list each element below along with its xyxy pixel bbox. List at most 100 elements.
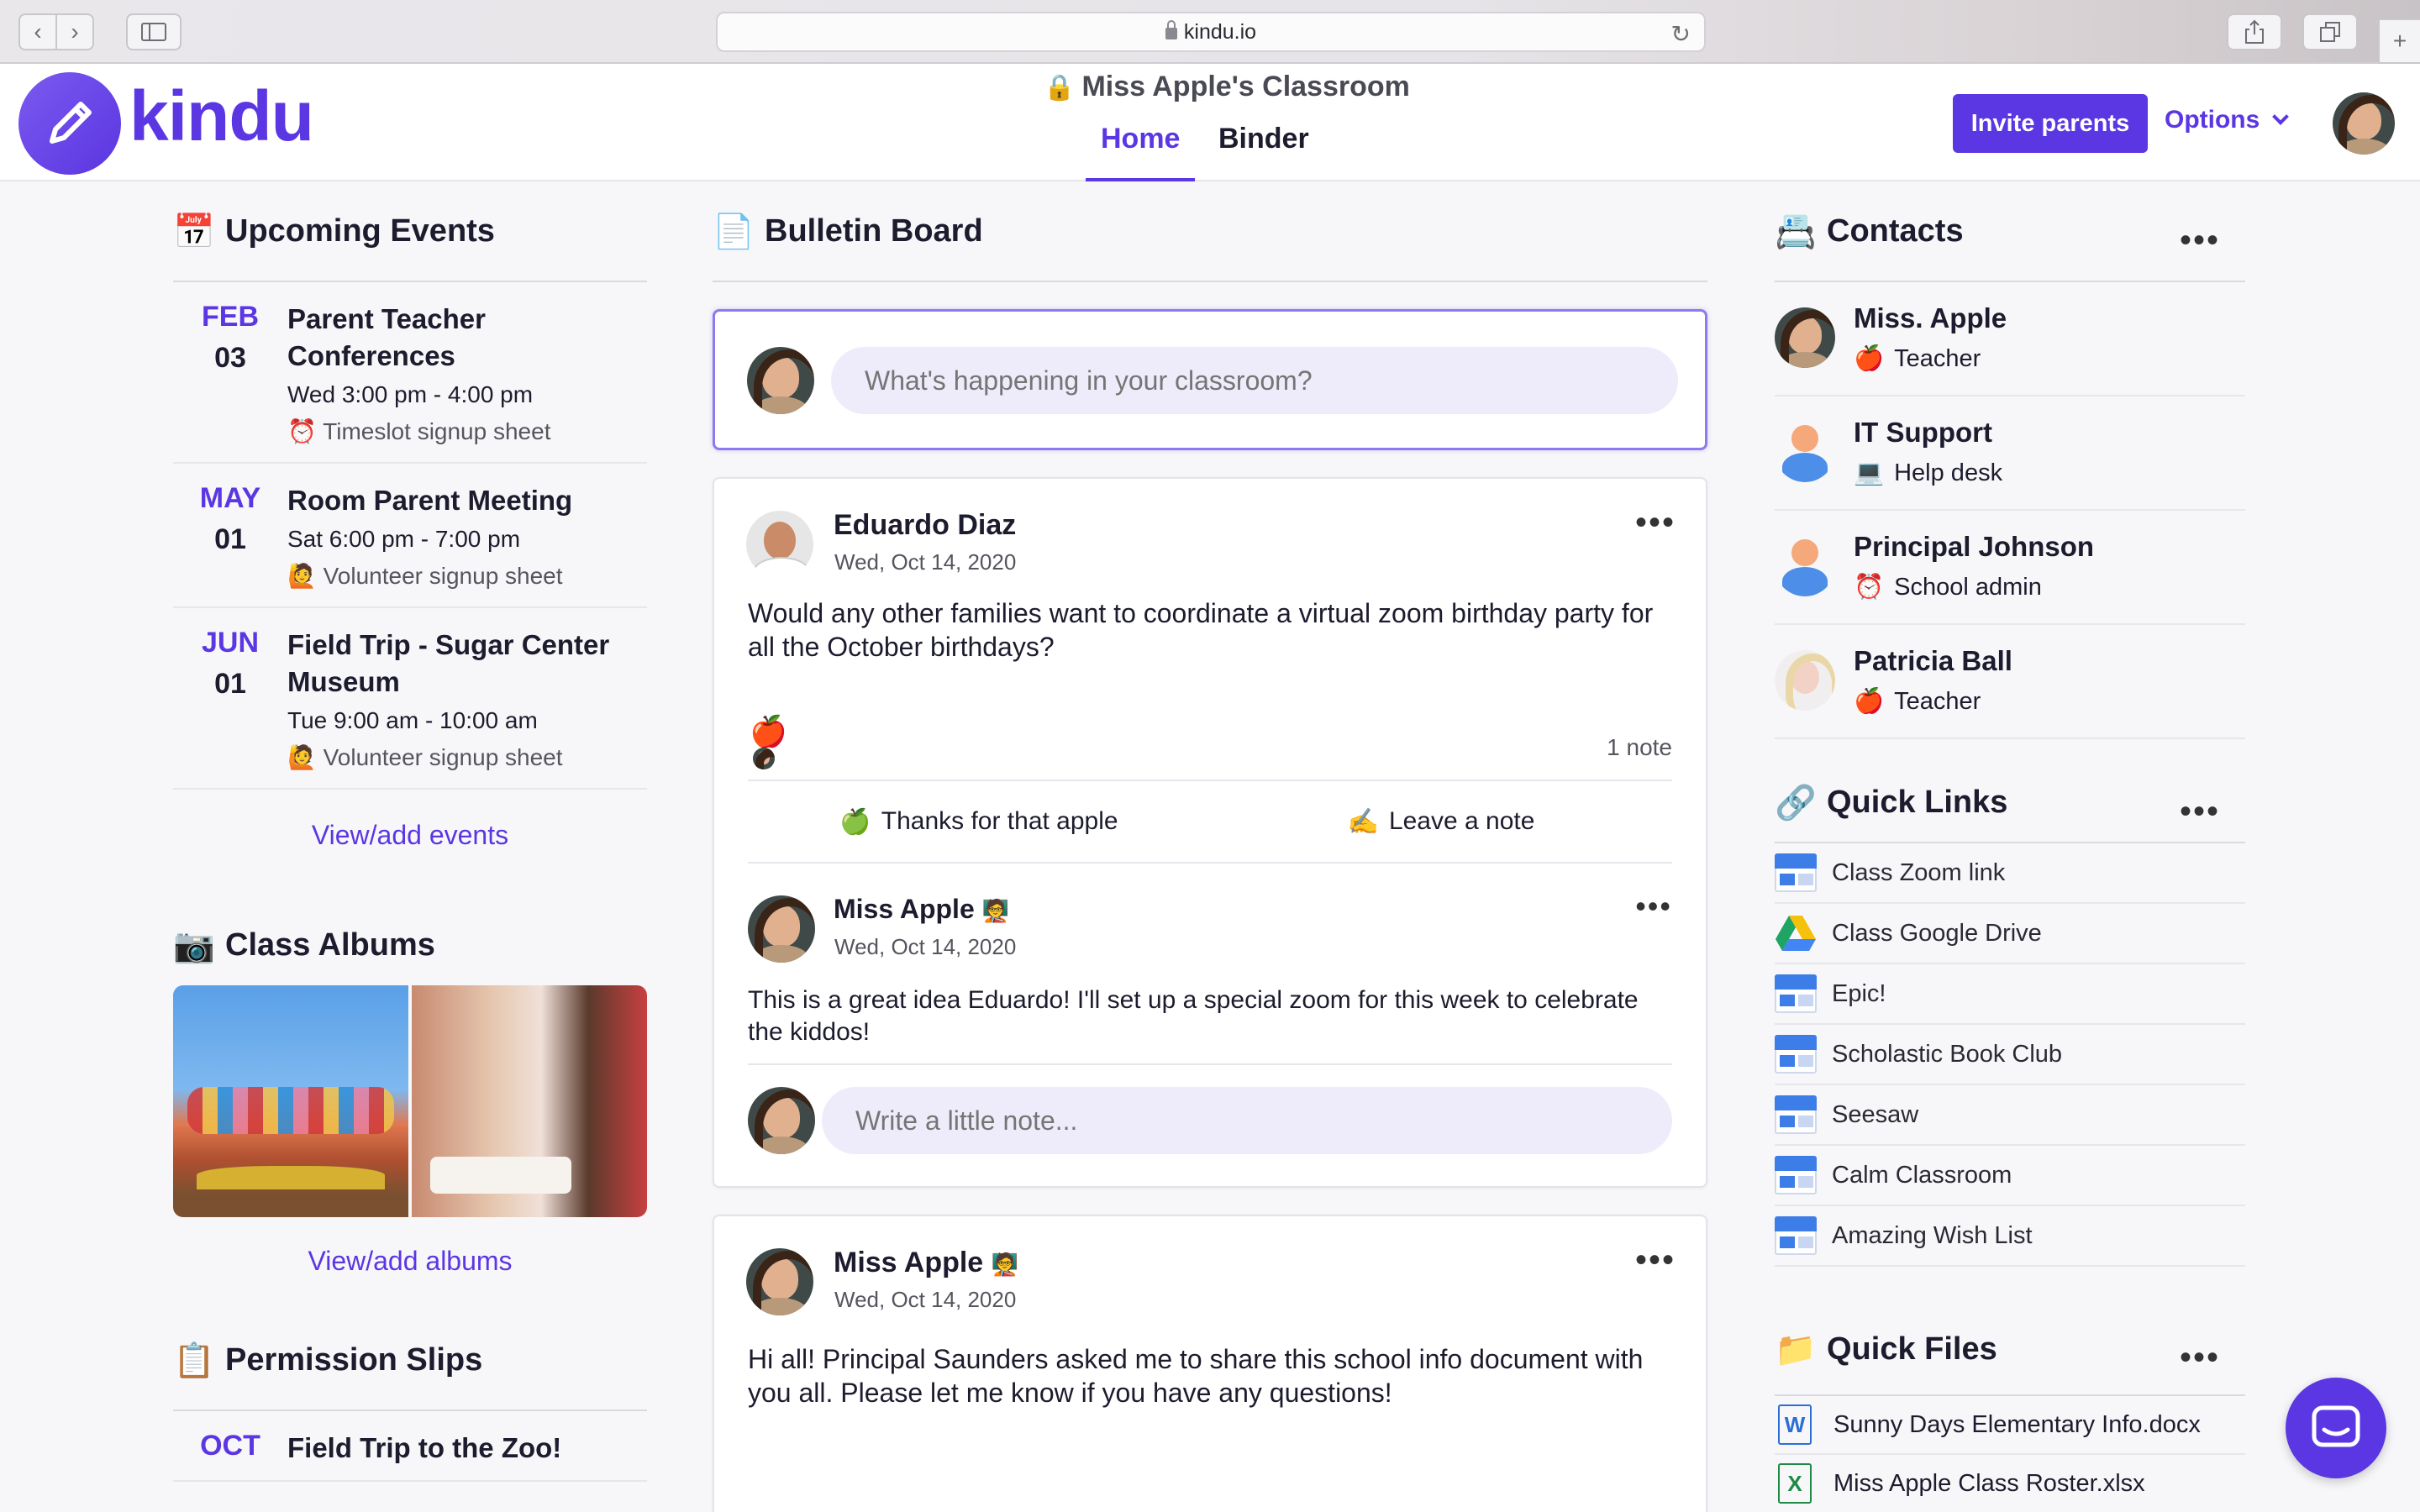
chevron-down-icon [2272, 108, 2290, 125]
album-photo-playground[interactable] [173, 985, 408, 1217]
contact-avatar [1775, 307, 1835, 368]
url-text: kindu.io [1183, 19, 1257, 44]
contact-item[interactable]: Patricia Ball 🍎 Teacher [1775, 625, 2245, 739]
event-name[interactable]: Room Parent Meeting [287, 482, 647, 519]
word-document-icon: W [1778, 1404, 1812, 1445]
post-author[interactable]: Eduardo Diaz [834, 509, 1016, 542]
new-tab-button[interactable]: + [2378, 18, 2420, 64]
slip-date: OCT [173, 1430, 287, 1467]
contact-role: 💻 Help desk [1854, 459, 2002, 487]
slip-name[interactable]: Field Trip to the Zoo! [287, 1430, 647, 1467]
more-options-icon[interactable]: ••• [1635, 1242, 1676, 1279]
more-options-icon[interactable]: ••• [2180, 1339, 2220, 1377]
signup-label: Volunteer signup sheet [323, 744, 563, 770]
quick-link-item[interactable]: Class Zoom link [1775, 843, 2245, 904]
sidebar-toggle-button[interactable] [126, 13, 182, 50]
event-signup-link[interactable]: ⏰ Timeslot signup sheet [287, 415, 647, 449]
author-avatar[interactable] [746, 1248, 813, 1315]
quick-link-item[interactable]: Calm Classroom [1775, 1146, 2245, 1206]
permission-slip-item[interactable]: OCT Field Trip to the Zoo! [173, 1411, 647, 1482]
post-author[interactable]: Miss Apple 🧑‍🏫 [834, 1247, 1018, 1279]
alarm-clock-icon: ⏰ [1854, 574, 1885, 601]
tabs-icon [2320, 22, 2340, 42]
quick-link-item[interactable]: Class Google Drive [1775, 904, 2245, 964]
more-options-icon[interactable]: ••• [1635, 504, 1676, 542]
event-item[interactable]: JUN 01 Field Trip - Sugar Center Museum … [173, 608, 647, 790]
user-avatar[interactable] [2333, 92, 2395, 155]
green-apple-icon: 🍏 [839, 807, 871, 836]
post-actions: 🍏 Thanks for that apple ✍️ Leave a note [748, 781, 1672, 864]
thanks-apple-button[interactable]: 🍏 Thanks for that apple [748, 781, 1210, 862]
contact-item[interactable]: Miss. Apple 🍎 Teacher [1775, 282, 2245, 396]
event-item[interactable]: MAY 01 Room Parent Meeting Sat 6:00 pm -… [173, 464, 647, 608]
document-icon [1775, 1035, 1817, 1074]
notepad-icon: 📄 [713, 213, 755, 250]
event-name[interactable]: Field Trip - Sugar Center Museum [287, 627, 647, 701]
lock-icon: 🔒 [1044, 74, 1076, 102]
share-button[interactable] [2227, 13, 2282, 50]
alarm-clock-icon: ⏰ [287, 418, 317, 444]
tab-binder[interactable]: Binder [1203, 123, 1324, 181]
event-signup-link[interactable]: 🙋 Volunteer signup sheet [287, 741, 647, 774]
note-composer [748, 1065, 1672, 1186]
browser-toolbar: ‹ › kindu.io ↻ + [0, 0, 2420, 64]
quick-links-title: Quick Links [1827, 784, 2008, 820]
apple-reaction-icon[interactable]: 🍎 [750, 714, 787, 749]
composer-input[interactable] [831, 347, 1678, 414]
writing-hand-icon: ✍️ [1347, 807, 1379, 836]
invite-parents-button[interactable]: Invite parents [1953, 94, 2148, 153]
note-input[interactable] [822, 1087, 1672, 1154]
post-card: Eduardo Diaz Wed, Oct 14, 2020 ••• Would… [713, 477, 1707, 1188]
post-composer [713, 309, 1707, 450]
note-avatar [748, 1087, 815, 1154]
author-avatar[interactable] [746, 511, 813, 578]
upcoming-events-title: Upcoming Events [225, 213, 495, 249]
plus-icon: + [2392, 28, 2407, 54]
contact-role: ⏰ School admin [1854, 573, 2042, 601]
view-add-albums-link[interactable]: View/add albums [173, 1246, 647, 1277]
quick-link-item[interactable]: Amazing Wish List [1775, 1206, 2245, 1267]
quick-link-item[interactable]: Scholastic Book Club [1775, 1025, 2245, 1085]
album-photo-reading[interactable] [412, 985, 647, 1217]
laptop-icon: 💻 [1854, 459, 1885, 486]
event-signup-link[interactable]: 🙋 Volunteer signup sheet [287, 559, 647, 593]
album-thumbnails [173, 985, 647, 1217]
view-add-events-link[interactable]: View/add events [173, 820, 647, 851]
chat-launcher-button[interactable] [2286, 1378, 2386, 1478]
reactor-avatar [753, 748, 775, 769]
reply-author[interactable]: Miss Apple 🧑‍🏫 [834, 894, 1009, 925]
quick-link-item[interactable]: Epic! [1775, 964, 2245, 1025]
contacts-header: 📇 Contacts ••• [1775, 181, 2245, 282]
kindu-logo[interactable] [18, 72, 121, 175]
leave-note-button[interactable]: ✍️ Leave a note [1210, 781, 1672, 862]
post-date: Wed, Oct 14, 2020 [834, 1287, 1017, 1312]
more-options-icon[interactable]: ••• [2180, 222, 2220, 260]
more-options-icon[interactable]: ••• [1635, 889, 1672, 924]
role-label: Help desk [1894, 459, 2003, 486]
lock-icon [1165, 20, 1177, 39]
reply-author-name: Miss Apple [834, 894, 975, 924]
chevron-right-icon: › [71, 18, 79, 45]
tab-home[interactable]: Home [1086, 123, 1196, 181]
contact-item[interactable]: Principal Johnson ⏰ School admin [1775, 511, 2245, 625]
reload-icon[interactable]: ↻ [1671, 20, 1691, 48]
note-count[interactable]: 1 note [1607, 734, 1672, 761]
more-options-icon[interactable]: ••• [2180, 793, 2220, 831]
options-dropdown[interactable]: Options [2165, 106, 2290, 134]
right-column: 📇 Contacts ••• Miss. Apple 🍎 Teacher IT S… [1775, 181, 2245, 1512]
logo-text[interactable]: kindu [129, 76, 314, 157]
address-bar[interactable]: kindu.io ↻ [716, 12, 1706, 52]
quick-file-item[interactable]: X Miss Apple Class Roster.xlsx [1775, 1455, 2245, 1512]
quick-link-item[interactable]: Seesaw [1775, 1085, 2245, 1146]
back-button[interactable]: ‹ [18, 13, 57, 50]
post-header: Miss Apple 🧑‍🏫 Wed, Oct 14, 2020 ••• [714, 1216, 1706, 1317]
contact-item[interactable]: IT Support 💻 Help desk [1775, 396, 2245, 511]
forward-button[interactable]: › [55, 13, 94, 50]
contact-name: Miss. Apple [1854, 302, 2007, 333]
event-name[interactable]: Parent Teacher Conferences [287, 301, 647, 375]
tab-overview-button[interactable] [2302, 13, 2358, 50]
quick-link-label: Amazing Wish List [1832, 1221, 2033, 1249]
event-item[interactable]: FEB 03 Parent Teacher Conferences Wed 3:… [173, 282, 647, 464]
reply-avatar[interactable] [748, 895, 815, 963]
quick-file-item[interactable]: W Sunny Days Elementary Info.docx [1775, 1396, 2245, 1455]
